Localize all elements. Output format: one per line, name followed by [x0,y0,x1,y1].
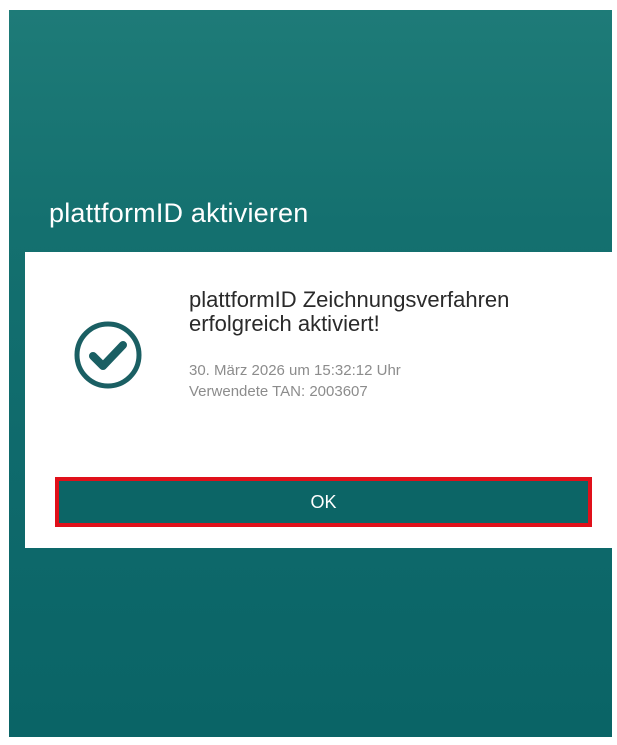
app-screen: plattformID aktivieren plattformID Zeich… [9,10,612,737]
activation-meta: 30. März 2026 um 15:32:12 Uhr Verwendete… [189,360,401,402]
tan-info: Verwendete TAN: 2003607 [189,383,368,400]
activation-timestamp: 30. März 2026 um 15:32:12 Uhr [189,362,401,379]
check-circle-icon [74,321,142,389]
ok-button[interactable]: OK [55,477,592,527]
success-message: plattformID Zeichnungsverfahren erfolgre… [189,287,510,336]
page-title: plattformID aktivieren [49,198,309,228]
success-dialog: plattformID Zeichnungsverfahren erfolgre… [25,252,612,548]
